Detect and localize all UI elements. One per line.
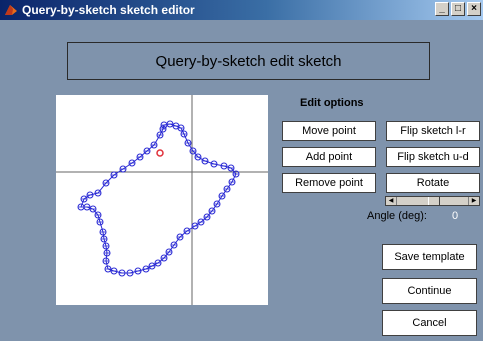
cancel-button[interactable]: Cancel <box>382 310 477 336</box>
angle-label: Angle (deg): <box>367 210 427 222</box>
edit-options-label: Edit options <box>300 97 364 109</box>
page-title: Query-by-sketch edit sketch <box>155 52 342 70</box>
remove-point-button[interactable]: Remove point <box>282 173 376 193</box>
window-title: Query-by-sketch sketch editor <box>22 3 195 17</box>
slider-thumb[interactable] <box>428 197 440 205</box>
title-bar: Query-by-sketch sketch editor _ □ × <box>0 0 483 20</box>
add-point-button[interactable]: Add point <box>282 147 376 167</box>
continue-button[interactable]: Continue <box>382 278 477 304</box>
save-template-button[interactable]: Save template <box>382 244 477 270</box>
flip-ud-button[interactable]: Flip sketch u-d <box>386 147 480 167</box>
matlab-icon <box>5 5 17 15</box>
header-title-box: Query-by-sketch edit sketch <box>67 42 430 80</box>
sketch-editor-window: Query-by-sketch sketch editor _ □ × Quer… <box>0 0 483 341</box>
rotate-button[interactable]: Rotate <box>386 173 480 193</box>
minimize-button[interactable]: _ <box>435 2 449 16</box>
flip-lr-button[interactable]: Flip sketch l-r <box>386 121 480 141</box>
close-button[interactable]: × <box>467 2 481 16</box>
slider-left-arrow-icon[interactable]: ◀ <box>386 197 397 205</box>
move-point-button[interactable]: Move point <box>282 121 376 141</box>
window-controls: _ □ × <box>435 2 481 16</box>
angle-value: 0 <box>452 210 459 222</box>
maximize-button[interactable]: □ <box>451 2 465 16</box>
sketch-canvas[interactable] <box>56 95 268 305</box>
angle-slider[interactable]: ◀ ▶ <box>385 196 480 206</box>
slider-right-arrow-icon[interactable]: ▶ <box>468 197 479 205</box>
